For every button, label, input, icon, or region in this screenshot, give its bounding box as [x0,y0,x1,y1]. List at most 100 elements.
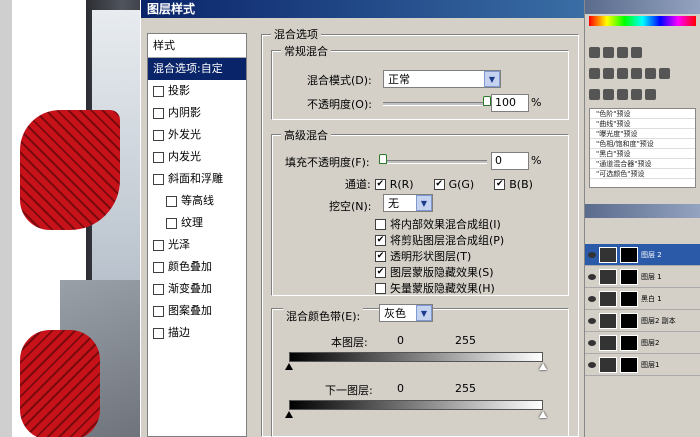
layer-row[interactable]: 图层2 副本 [585,310,700,332]
advanced-option[interactable]: 透明形状图层(T) [375,248,471,264]
underlying-layer-white-slider[interactable] [539,411,547,418]
fill-opacity-slider-handle[interactable] [379,154,387,164]
eye-icon[interactable] [588,339,596,346]
balance-icon[interactable] [617,68,628,79]
advanced-option[interactable]: 将内部效果混合成组(I) [375,216,501,232]
eye-icon[interactable] [588,361,596,368]
style-list-header[interactable]: 样式 [148,34,246,58]
brightness-icon[interactable] [589,47,600,58]
opacity-slider[interactable] [383,102,487,106]
style-checkbox[interactable] [153,327,164,339]
channel-b-checkbox[interactable] [494,178,506,190]
style-item[interactable]: 混合选项:自定 [148,58,246,80]
preset-item[interactable]: "通道混合器"预设 [590,159,695,169]
eye-icon[interactable] [588,295,596,302]
dialog-title[interactable]: 图层样式 [141,0,585,18]
style-checkbox[interactable] [153,173,164,185]
style-item[interactable]: 图案叠加 [148,300,246,322]
eye-icon[interactable] [588,251,596,258]
vibrance-icon[interactable] [589,68,600,79]
knockout-select[interactable]: 无 ▼ [383,194,433,212]
color-swatches[interactable] [589,16,696,26]
document-canvas [0,0,140,437]
layer-row[interactable]: 图层2 [585,332,700,354]
preset-item[interactable]: "可选颜色"预设 [590,169,695,179]
preset-item[interactable]: "色阶"预设 [590,109,695,119]
style-checkbox[interactable] [153,283,164,295]
blend-if-select[interactable]: 灰色 ▼ [379,304,433,322]
layer-row[interactable]: 图层 1 [585,266,700,288]
gradient-map-icon[interactable] [631,89,642,100]
style-item[interactable]: 纹理 [148,212,246,234]
exposure-icon[interactable] [631,47,642,58]
opacity-input[interactable]: 100 [491,94,529,112]
style-item-label: 投影 [168,84,190,97]
style-checkbox[interactable] [166,217,177,229]
layer-mask-thumbnail[interactable] [620,334,638,351]
channel-r-checkbox[interactable] [374,178,386,190]
layer-mask-thumbnail[interactable] [620,268,638,285]
advanced-option-checkbox[interactable] [375,250,386,262]
swatches-panel-title[interactable] [585,0,700,14]
style-item[interactable]: 斜面和浮雕 [148,168,246,190]
style-item[interactable]: 外发光 [148,124,246,146]
levels-icon[interactable] [603,47,614,58]
layer-mask-thumbnail[interactable] [620,356,638,373]
invert-icon[interactable] [589,89,600,100]
posterize-icon[interactable] [603,89,614,100]
underlying-layer-black-slider[interactable] [285,411,293,418]
style-checkbox[interactable] [153,151,164,163]
advanced-option-checkbox[interactable] [375,282,386,294]
advanced-option[interactable]: 将剪贴图层混合成组(P) [375,232,504,248]
advanced-option-checkbox[interactable] [375,218,386,230]
layer-mask-thumbnail[interactable] [620,246,638,263]
mixer-icon[interactable] [659,68,670,79]
style-checkbox[interactable] [153,129,164,141]
style-checkbox[interactable] [153,85,164,97]
eye-icon[interactable] [588,317,596,324]
channel-g-checkbox[interactable] [433,178,445,190]
style-checkbox[interactable] [153,107,164,119]
this-layer-white-slider[interactable] [539,363,547,370]
layers-panel-toolbar [585,218,700,244]
style-item[interactable]: 内阴影 [148,102,246,124]
advanced-option[interactable]: 图层蒙版隐藏效果(S) [375,264,494,280]
fill-opacity-slider[interactable] [383,160,487,164]
preset-item[interactable]: "曲线"预设 [590,119,695,129]
style-item[interactable]: 投影 [148,80,246,102]
advanced-option-checkbox[interactable] [375,266,386,278]
style-checkbox[interactable] [166,195,177,207]
channels-label: 通道: [345,178,371,191]
opacity-slider-handle[interactable] [483,96,491,106]
bw-icon[interactable] [631,68,642,79]
layer-mask-thumbnail[interactable] [620,290,638,307]
layer-row[interactable]: 黑白 1 [585,288,700,310]
threshold-icon[interactable] [617,89,628,100]
blend-mode-select[interactable]: 正常 ▼ [383,70,501,88]
hue-icon[interactable] [603,68,614,79]
style-checkbox[interactable] [153,261,164,273]
style-item[interactable]: 等高线 [148,190,246,212]
preset-item[interactable]: "曝光度"预设 [590,129,695,139]
advanced-option[interactable]: 矢量蒙版隐藏效果(H) [375,280,495,296]
layer-row[interactable]: 图层1 [585,354,700,376]
eye-icon[interactable] [588,273,596,280]
selective-color-icon[interactable] [645,89,656,100]
advanced-option-checkbox[interactable] [375,234,386,246]
fill-opacity-input[interactable]: 0 [491,152,529,170]
style-item[interactable]: 渐变叠加 [148,278,246,300]
photo-filter-icon[interactable] [645,68,656,79]
layers-panel-title[interactable] [585,204,700,218]
style-item[interactable]: 描边 [148,322,246,344]
curves-icon[interactable] [617,47,628,58]
layer-row[interactable]: 图层 2 [585,244,700,266]
style-item[interactable]: 内发光 [148,146,246,168]
style-item[interactable]: 颜色叠加 [148,256,246,278]
style-checkbox[interactable] [153,305,164,317]
style-checkbox[interactable] [153,239,164,251]
preset-item[interactable]: "色相/饱和度"预设 [590,139,695,149]
preset-item[interactable]: "黑白"预设 [590,149,695,159]
style-item[interactable]: 光泽 [148,234,246,256]
this-layer-black-slider[interactable] [285,363,293,370]
layer-mask-thumbnail[interactable] [620,312,638,329]
